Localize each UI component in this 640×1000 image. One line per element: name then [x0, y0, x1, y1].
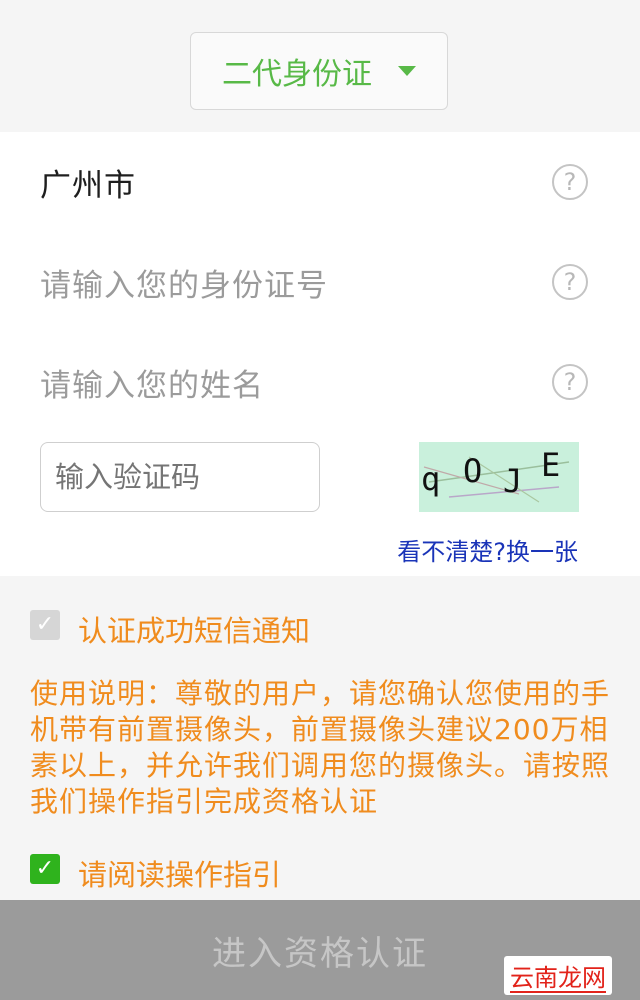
- sms-notify-checkbox[interactable]: ✓: [30, 610, 60, 640]
- city-value: 广州市: [40, 168, 136, 204]
- read-guide-link[interactable]: 请阅读操作指引: [78, 852, 281, 894]
- captcha-image[interactable]: q O J E: [419, 442, 579, 512]
- id-number-input[interactable]: 请输入您的身份证号: [40, 260, 328, 305]
- sms-notify-label[interactable]: 认证成功短信通知: [78, 608, 310, 650]
- id-type-select[interactable]: 二代身份证: [190, 32, 448, 110]
- name-help-icon[interactable]: ?: [552, 364, 588, 400]
- check-icon: ✓: [35, 612, 55, 637]
- id-type-section: 二代身份证: [0, 0, 640, 132]
- options-section: ✓ 认证成功短信通知 使用说明：尊敬的用户，请您确认您使用的手机带有前置摄像头，…: [0, 576, 640, 900]
- captcha-input[interactable]: [40, 442, 320, 512]
- read-guide-checkbox[interactable]: ✓: [30, 854, 60, 884]
- name-input[interactable]: 请输入您的姓名: [40, 360, 264, 405]
- city-row[interactable]: 广州市 ?: [0, 132, 640, 232]
- name-row[interactable]: 请输入您的姓名 ?: [0, 332, 640, 432]
- city-help-icon[interactable]: ?: [552, 164, 588, 200]
- caret-down-icon: [398, 66, 416, 76]
- captcha-char: O: [463, 452, 483, 490]
- captcha-char: J: [503, 462, 523, 500]
- watermark-logo: 云南龙网: [504, 956, 612, 995]
- captcha-char: q: [421, 460, 441, 498]
- id-number-help-icon[interactable]: ?: [552, 264, 588, 300]
- id-number-row[interactable]: 请输入您的身份证号 ?: [0, 232, 640, 332]
- id-type-value: 二代身份证: [222, 57, 372, 92]
- enter-certification-label: 进入资格认证: [212, 933, 428, 974]
- captcha-char: E: [541, 446, 561, 484]
- usage-notice: 使用说明：尊敬的用户，请您确认您使用的手机带有前置摄像头，前置摄像头建议200万…: [30, 677, 611, 818]
- refresh-captcha-link[interactable]: 看不清楚?换一张: [397, 532, 578, 567]
- check-icon: ✓: [35, 856, 55, 881]
- auth-form: 广州市 ? 请输入您的身份证号 ? 请输入您的姓名 ? q O J E 看不清楚…: [0, 132, 640, 576]
